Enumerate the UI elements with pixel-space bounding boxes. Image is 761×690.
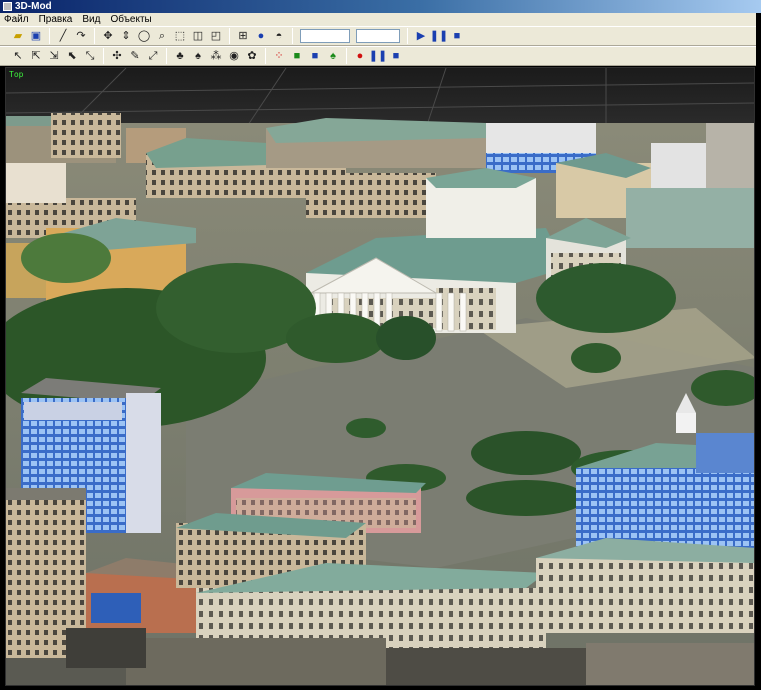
record-pause-icon[interactable]: ❚❚ xyxy=(369,48,387,64)
fit-view-icon[interactable]: ⬚ xyxy=(172,28,188,44)
save-icon[interactable]: ▣ xyxy=(28,28,44,44)
leaf-icon[interactable]: ♠ xyxy=(325,48,341,64)
toolbar-separator xyxy=(166,48,167,64)
app-icon xyxy=(3,2,12,11)
tree-icon[interactable]: ♣ xyxy=(172,48,188,64)
toolbar-separator xyxy=(94,28,95,44)
rotate-icon[interactable]: ◯ xyxy=(136,28,152,44)
secondary-toolbar: ↖ ⇱ ⇲ ⬉ ⤡ ✣ ✎ ⤢ ♣ ♠ ⁂ ◉ ✿ ⁘ ■ ■ ♠ ● ❚❚ ■ xyxy=(0,46,756,66)
menu-objects[interactable]: Объекты xyxy=(110,13,151,26)
play-icon[interactable]: ▶ xyxy=(413,28,429,44)
toolbar-field-1[interactable] xyxy=(300,29,350,43)
edit-icon[interactable]: ✣ xyxy=(109,48,125,64)
toolbar-separator xyxy=(292,28,293,44)
menu-view[interactable]: Вид xyxy=(82,13,100,26)
tree3-icon[interactable]: ⁂ xyxy=(208,48,224,64)
toolbar-separator xyxy=(103,48,104,64)
cube-green-icon[interactable]: ■ xyxy=(289,48,305,64)
viewport-label: Top xyxy=(9,70,24,79)
main-toolbar: ▰ ▣ ╱ ↷ ✥ ⇕ ◯ ⌕ ⬚ ◫ ◰ ⊞ ● ◓ ▶ ❚❚ ■ xyxy=(0,26,756,46)
toolbar-separator xyxy=(346,48,347,64)
tree2-icon[interactable]: ♠ xyxy=(190,48,206,64)
cube-front-icon[interactable]: ◫ xyxy=(190,28,206,44)
transform-icon[interactable]: ⤡ xyxy=(82,48,98,64)
window-title: 3D-Mod xyxy=(15,1,52,12)
toolbar-separator xyxy=(229,28,230,44)
select-vertex-icon[interactable]: ⇱ xyxy=(28,48,44,64)
dots-red-icon[interactable]: ⁘ xyxy=(271,48,287,64)
toolbar-separator xyxy=(407,28,408,44)
select-icon[interactable]: ↖ xyxy=(10,48,26,64)
menu-bar: Файл Правка Вид Объекты xyxy=(0,13,756,26)
select-face-icon[interactable]: ⬉ xyxy=(64,48,80,64)
sphere-icon[interactable]: ● xyxy=(253,28,269,44)
scale-icon[interactable]: ⤢ xyxy=(145,48,161,64)
move-vertical-icon[interactable]: ⇕ xyxy=(118,28,134,44)
select-edge-icon[interactable]: ⇲ xyxy=(46,48,62,64)
pause-icon[interactable]: ❚❚ xyxy=(430,28,448,44)
curve-icon[interactable]: ↷ xyxy=(73,28,89,44)
menu-edit[interactable]: Правка xyxy=(39,13,73,26)
window-right-edge xyxy=(756,13,761,690)
cube-side-icon[interactable]: ◰ xyxy=(208,28,224,44)
palette-icon[interactable]: ✿ xyxy=(244,48,260,64)
open-folder-icon[interactable]: ▰ xyxy=(10,28,26,44)
menu-file[interactable]: Файл xyxy=(4,13,29,26)
app-window: 3D-Mod Файл Правка Вид Объекты ▰ ▣ ╱ ↷ ✥… xyxy=(0,0,761,690)
grid-icon[interactable]: ⊞ xyxy=(235,28,251,44)
record-stop-icon[interactable]: ■ xyxy=(388,48,404,64)
record-icon[interactable]: ● xyxy=(352,48,368,64)
cube-blue-icon[interactable]: ■ xyxy=(307,48,323,64)
zoom-icon[interactable]: ⌕ xyxy=(154,28,170,44)
toolbar-separator xyxy=(49,28,50,44)
pen-icon[interactable]: ✎ xyxy=(127,48,143,64)
toolbar-separator xyxy=(265,48,266,64)
eye-icon[interactable]: ◉ xyxy=(226,48,242,64)
3d-viewport[interactable]: Top xyxy=(5,67,755,686)
title-bar[interactable]: 3D-Mod xyxy=(0,0,761,13)
stop-icon[interactable]: ■ xyxy=(449,28,465,44)
move-icon[interactable]: ✥ xyxy=(100,28,116,44)
toolbar-field-2[interactable] xyxy=(356,29,400,43)
draw-line-icon[interactable]: ╱ xyxy=(55,28,71,44)
city-scene xyxy=(6,68,754,685)
camera-icon[interactable]: ◓ xyxy=(271,28,287,44)
